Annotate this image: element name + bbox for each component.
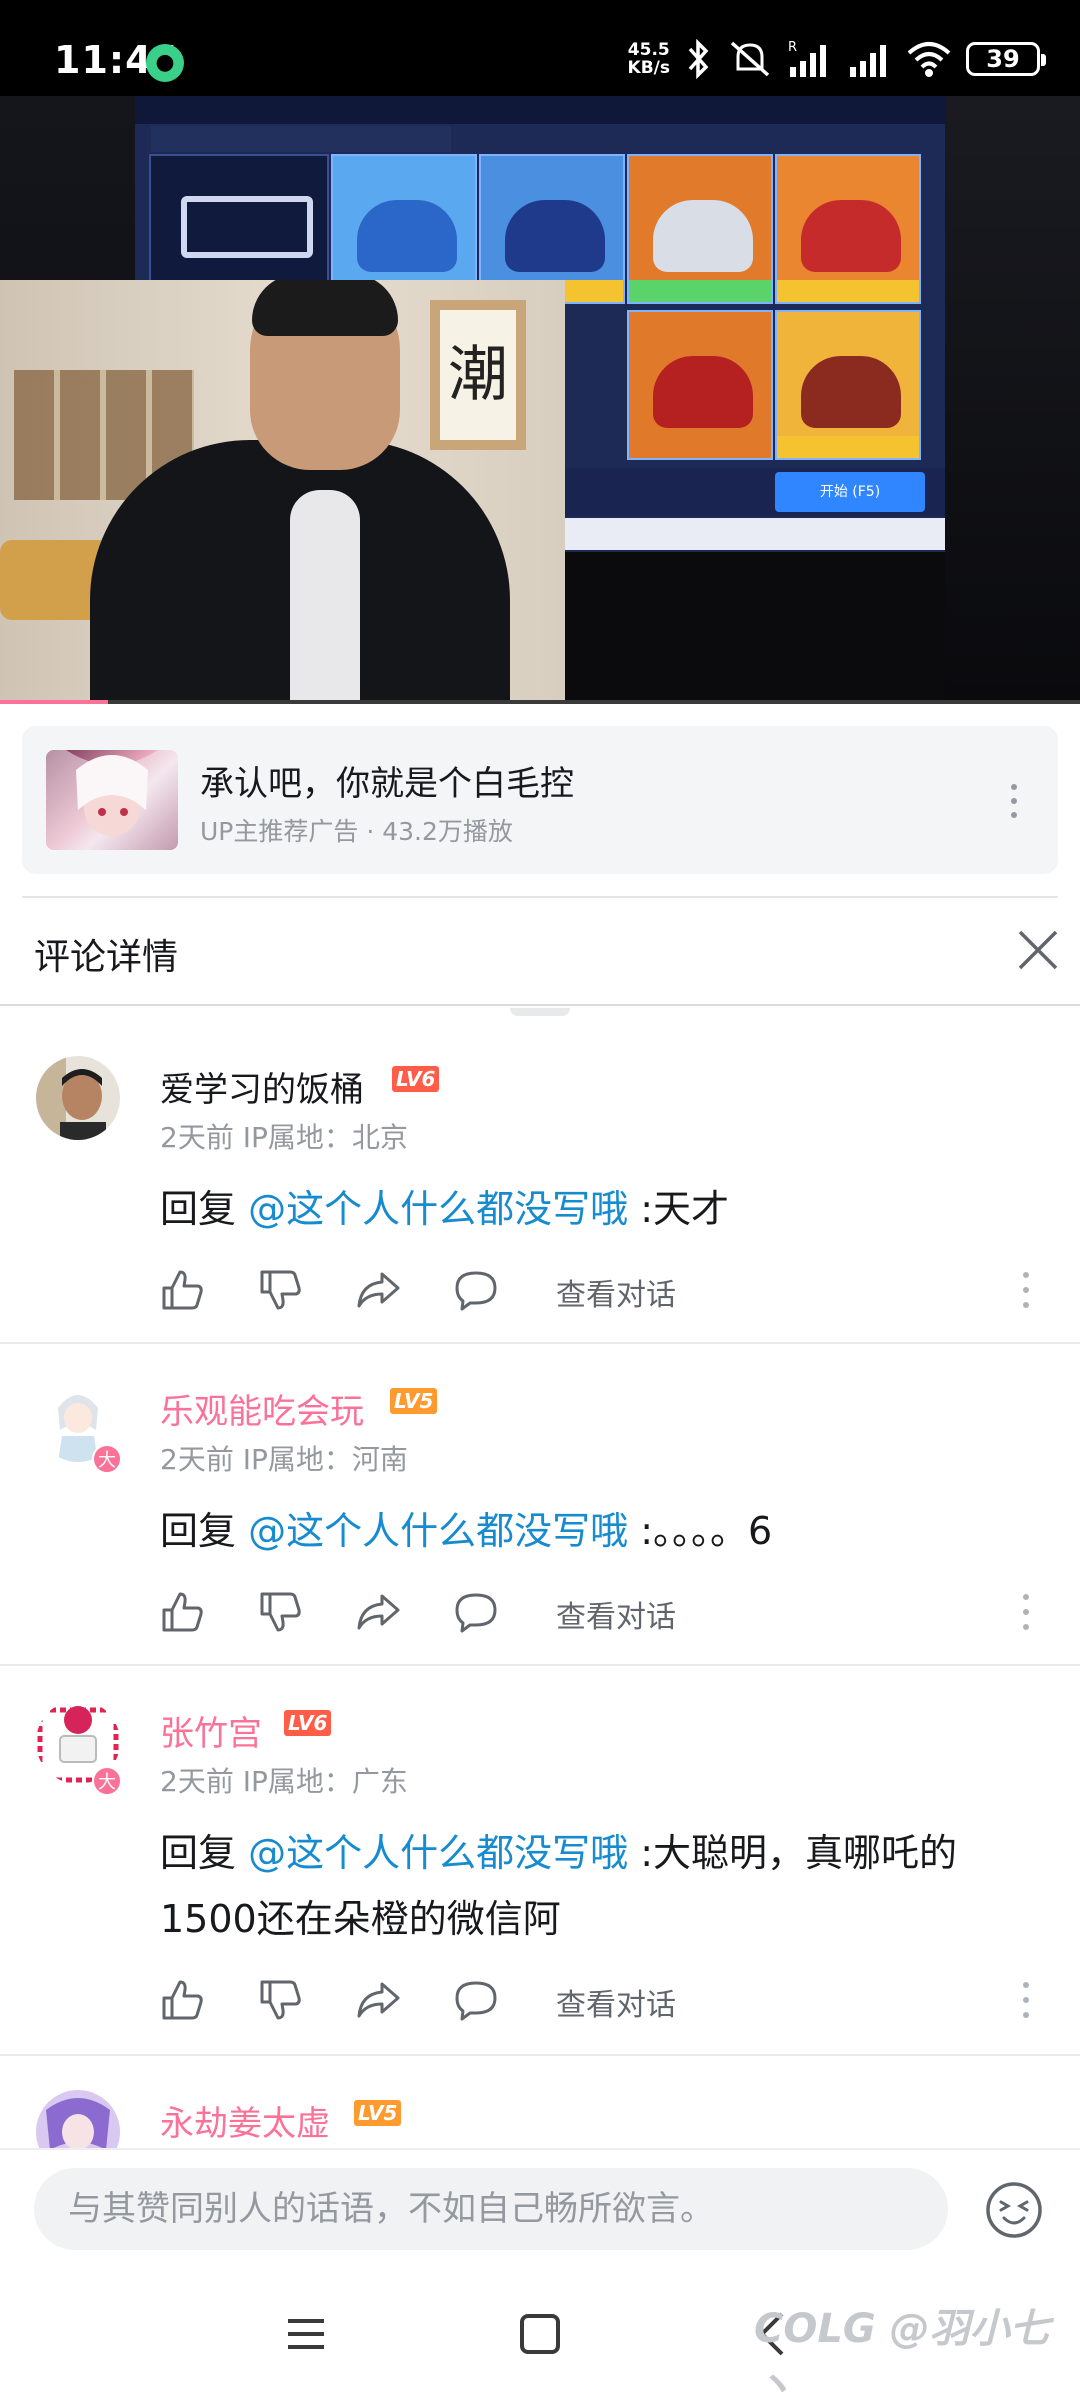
comment-text: 回复 @这个人什么都没写哦 :大聪明，真哪吒的1500还在朵橙的微信阿 — [160, 1831, 957, 1941]
comment-actions: 查看对话 — [160, 1268, 1060, 1314]
comment-username[interactable]: 永劫姜太虚 — [160, 2096, 330, 2145]
home-icon[interactable] — [510, 2304, 570, 2364]
video-progress-bar[interactable] — [0, 700, 1080, 704]
comment-input[interactable]: 与其赞同别人的话语，不如自己畅所欲言。 — [34, 2168, 948, 2250]
reply-icon[interactable] — [454, 1268, 498, 1312]
menu-icon[interactable] — [276, 2304, 336, 2364]
more-icon[interactable] — [1010, 784, 1018, 818]
like-icon[interactable] — [160, 1268, 204, 1312]
level-badge: LV6 — [392, 1066, 440, 1092]
comment-meta: 2天前 IP属地：广东 — [160, 1765, 408, 1798]
close-icon[interactable] — [1016, 928, 1060, 972]
vip-badge: 大 — [92, 1766, 122, 1796]
view-dialog-link[interactable]: 查看对话 — [556, 1980, 676, 2024]
bluetooth-icon — [688, 39, 709, 79]
mention-link[interactable]: @这个人什么都没写哦 — [248, 1831, 628, 1875]
comment-text: 回复 @这个人什么都没写哦 :。。。。6 — [160, 1509, 773, 1553]
comment-actions: 查看对话 — [160, 1978, 1060, 2024]
mention-link[interactable]: @这个人什么都没写哦 — [248, 1509, 628, 1553]
dislike-icon[interactable] — [258, 1978, 302, 2022]
view-dialog-link[interactable]: 查看对话 — [556, 1592, 676, 1636]
app-notification-icon: ● — [146, 44, 184, 82]
comment-item: 永劫姜太虚 LV5 — [0, 2090, 1080, 2148]
level-badge: LV5 — [354, 2100, 402, 2126]
game-card — [775, 154, 921, 304]
more-icon[interactable] — [1022, 1594, 1030, 1630]
like-icon[interactable] — [160, 1978, 204, 2022]
game-card — [775, 310, 921, 460]
share-icon[interactable] — [356, 1978, 400, 2022]
game-start-button: 开始 (F5) — [775, 472, 925, 512]
ad-title[interactable]: 承认吧，你就是个白毛控 — [200, 756, 574, 805]
more-icon[interactable] — [1022, 1272, 1030, 1308]
game-card — [627, 310, 773, 460]
streamer-webcam: 潮 — [0, 280, 565, 700]
reply-icon[interactable] — [454, 1978, 498, 2022]
comment-meta: 2天前 IP属地：北京 — [160, 1121, 408, 1154]
avatar[interactable] — [36, 2090, 120, 2148]
wall-calligraphy-frame: 潮 — [430, 300, 526, 450]
ad-card[interactable]: 承认吧，你就是个白毛控 UP主推荐广告 · 43.2万播放 — [22, 726, 1058, 874]
status-indicators: 45.5 KB/s R 39 — [627, 34, 1046, 84]
comment-meta: 2天前 IP属地：河南 — [160, 1443, 408, 1476]
signal-icon-1: R — [788, 40, 826, 77]
status-bar: 11:44 ● 45.5 KB/s R 39 — [0, 0, 1080, 96]
like-icon[interactable] — [160, 1590, 204, 1634]
view-dialog-link[interactable]: 查看对话 — [556, 1270, 676, 1314]
comment-text: 回复 @这个人什么都没写哦 :天才 — [160, 1187, 729, 1231]
panel-title: 评论详情 — [34, 937, 179, 978]
avatar[interactable] — [36, 1056, 120, 1140]
level-badge: LV6 — [284, 1710, 332, 1736]
wifi-icon — [907, 42, 951, 77]
share-icon[interactable] — [356, 1268, 400, 1312]
comment-actions: 查看对话 — [160, 1590, 1060, 1636]
emoji-icon[interactable] — [984, 2180, 1044, 2240]
video-progress-fill — [0, 700, 108, 704]
game-card — [627, 154, 773, 304]
dislike-icon[interactable] — [258, 1590, 302, 1634]
network-speed: 45.5 KB/s — [627, 40, 670, 78]
ad-thumbnail[interactable] — [46, 750, 178, 850]
video-letterbox-right — [945, 96, 1080, 704]
more-icon[interactable] — [1022, 1982, 1030, 2018]
comment-input-bar: 与其赞同别人的话语，不如自己畅所欲言。 — [0, 2148, 1080, 2264]
svg-text:R: R — [788, 40, 797, 55]
reply-icon[interactable] — [454, 1590, 498, 1634]
level-badge: LV5 — [390, 1388, 438, 1414]
comment-username[interactable]: 爱学习的饭桶 — [160, 1062, 364, 1111]
mute-icon — [730, 41, 770, 77]
vip-badge: 大 — [92, 1444, 122, 1474]
comment-username[interactable]: 张竹宫 — [160, 1706, 262, 1755]
video-player[interactable]: 开始 (F5) 潮 — [0, 96, 1080, 704]
dislike-icon[interactable] — [258, 1268, 302, 1312]
comment-username[interactable]: 乐观能吃会玩 — [160, 1384, 364, 1433]
mention-link[interactable]: @这个人什么都没写哦 — [248, 1187, 628, 1231]
watermark: COLG @羽小七丶 — [754, 2306, 1050, 2400]
share-icon[interactable] — [356, 1590, 400, 1634]
battery-indicator: 39 — [966, 42, 1046, 76]
signal-icon-2 — [850, 45, 886, 77]
ad-meta: UP主推荐广告 · 43.2万播放 — [200, 817, 513, 846]
